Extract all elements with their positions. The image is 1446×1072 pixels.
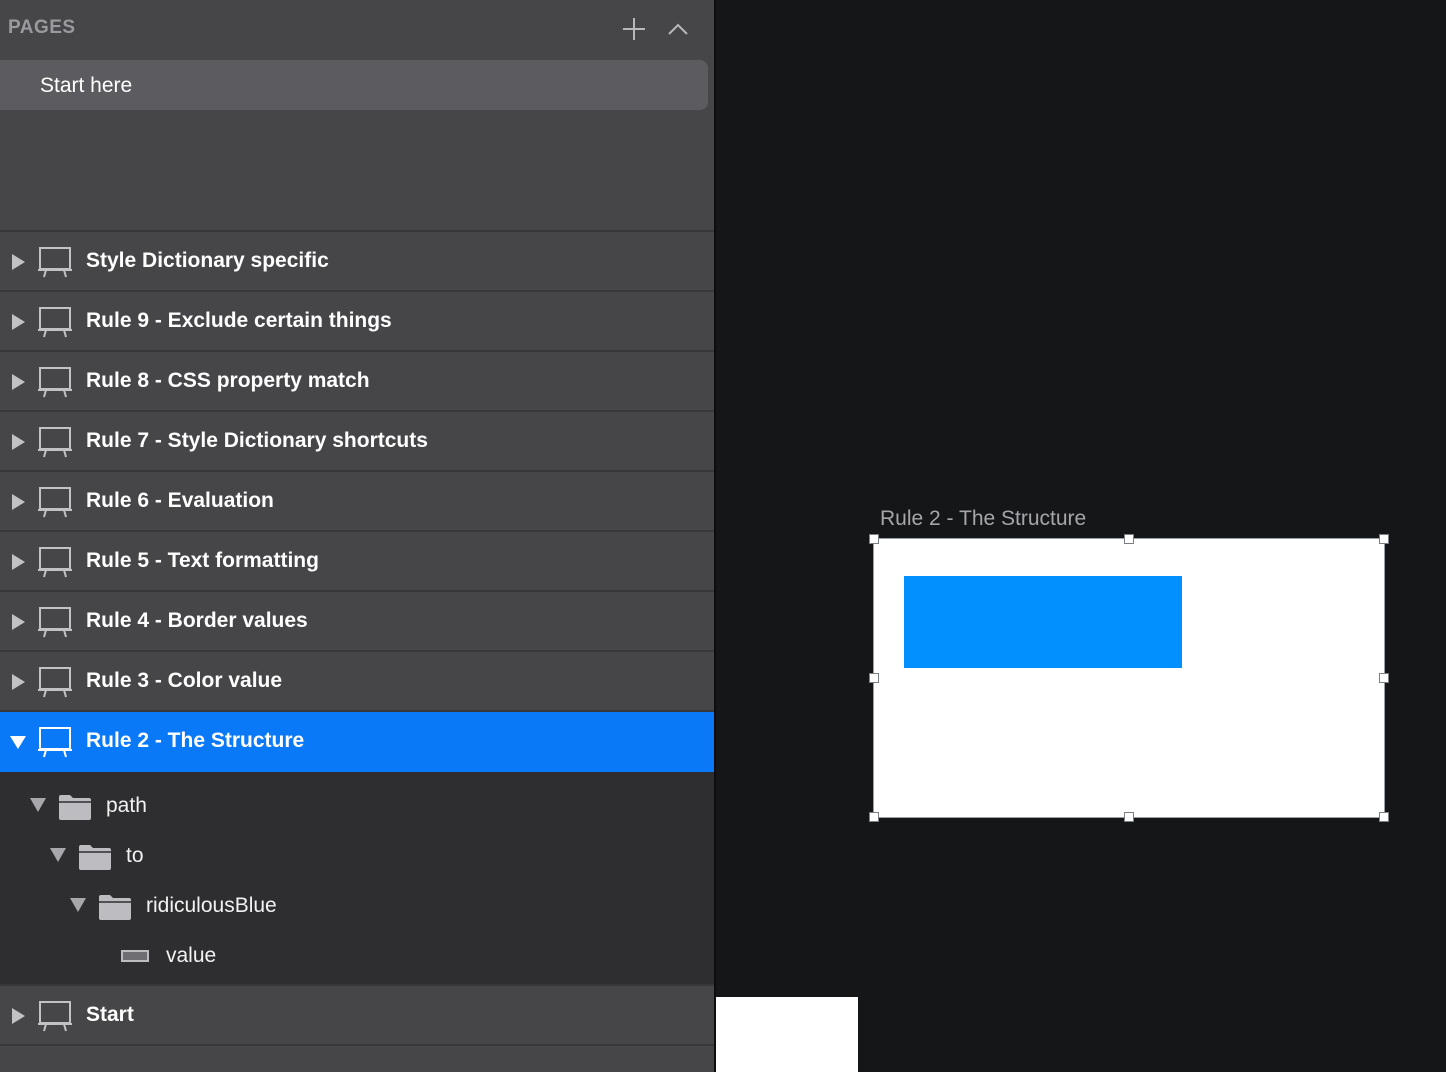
disclosure-down-icon[interactable] <box>9 733 27 751</box>
artboard-row-rule-6[interactable]: Rule 6 - Evaluation <box>0 472 714 532</box>
artboard-title[interactable]: Rule 2 - The Structure <box>880 507 1086 531</box>
artboard-icon <box>38 547 72 578</box>
artboard-label: Rule 4 - Border values <box>86 609 308 632</box>
disclosure-right-icon[interactable] <box>9 433 27 451</box>
layers-sidebar: PAGES Start here Style Dictionary specif… <box>0 0 714 1072</box>
artboard-icon <box>38 487 72 518</box>
page-item-start-here[interactable]: Start here <box>0 60 708 110</box>
value-rectangle[interactable] <box>904 576 1182 668</box>
layer-group-to[interactable]: to <box>0 829 714 879</box>
add-page-button[interactable] <box>619 14 649 44</box>
plus-icon <box>623 18 645 40</box>
artboard-row-rule-3[interactable]: Rule 3 - Color value <box>0 652 714 712</box>
artboard-row-rule-8[interactable]: Rule 8 - CSS property match <box>0 352 714 412</box>
disclosure-right-icon[interactable] <box>9 1007 27 1025</box>
artboard-row-rule-2[interactable]: Rule 2 - The Structure <box>0 712 714 772</box>
pages-header: PAGES <box>0 0 714 58</box>
disclosure-down-icon[interactable] <box>69 897 87 913</box>
disclosure-down-icon[interactable] <box>29 797 47 813</box>
artboard-icon <box>38 307 72 338</box>
resize-handle-bottom-left[interactable] <box>869 812 879 822</box>
artboard-label: Rule 9 - Exclude certain things <box>86 309 392 332</box>
layer-label: to <box>126 844 144 867</box>
design-canvas[interactable]: Rule 2 - The Structure <box>716 0 1446 1072</box>
disclosure-right-icon[interactable] <box>9 493 27 511</box>
resize-handle-bottom[interactable] <box>1124 812 1134 822</box>
artboard-row-start[interactable]: Start <box>0 986 714 1046</box>
resize-handle-right[interactable] <box>1379 673 1389 683</box>
sidebar-empty-area <box>0 1046 714 1072</box>
disclosure-right-icon[interactable] <box>9 313 27 331</box>
resize-handle-top-left[interactable] <box>869 534 879 544</box>
artboard-icon <box>38 427 72 458</box>
folder-icon <box>99 895 131 920</box>
artboard-label: Rule 3 - Color value <box>86 669 283 692</box>
artboard-label: Style Dictionary specific <box>86 249 329 272</box>
resize-handle-bottom-right[interactable] <box>1379 812 1389 822</box>
layer-group-ridiculousblue[interactable]: ridiculousBlue <box>0 879 714 929</box>
rectangle-icon <box>121 950 149 962</box>
artboard-rule-2[interactable] <box>873 538 1385 818</box>
pages-title: PAGES <box>8 17 76 38</box>
artboard-icon <box>38 607 72 638</box>
artboard-row-style-dictionary-specific[interactable]: Style Dictionary specific <box>0 232 714 292</box>
resize-handle-top-right[interactable] <box>1379 534 1389 544</box>
layer-group-path[interactable]: path <box>0 779 714 829</box>
artboard-icon <box>38 247 72 278</box>
chevron-up-icon <box>668 23 688 35</box>
collapse-pages-button[interactable] <box>663 14 693 44</box>
artboard-label: Rule 8 - CSS property match <box>86 369 370 392</box>
artboard-icon <box>38 367 72 398</box>
resize-handle-top[interactable] <box>1124 534 1134 544</box>
page-item-label: Start here <box>40 74 133 97</box>
folder-icon <box>59 795 91 820</box>
layer-label: value <box>166 944 217 967</box>
disclosure-right-icon[interactable] <box>9 373 27 391</box>
disclosure-right-icon[interactable] <box>9 553 27 571</box>
artboard-icon <box>38 727 72 758</box>
artboard-row-rule-4[interactable]: Rule 4 - Border values <box>0 592 714 652</box>
artboard-label: Rule 5 - Text formatting <box>86 549 319 572</box>
resize-handle-left[interactable] <box>869 673 879 683</box>
disclosure-down-icon[interactable] <box>49 847 67 863</box>
artboard-icon <box>38 1001 72 1032</box>
layer-label: path <box>106 794 147 817</box>
artboard-label: Rule 7 - Style Dictionary shortcuts <box>86 429 428 452</box>
artboard-row-rule-5[interactable]: Rule 5 - Text formatting <box>0 532 714 592</box>
layer-label: ridiculousBlue <box>146 894 277 917</box>
artboard-row-rule-7[interactable]: Rule 7 - Style Dictionary shortcuts <box>0 412 714 472</box>
artboard-partial[interactable] <box>716 997 858 1072</box>
artboard-children: path to ridiculousBlue value <box>0 772 714 984</box>
disclosure-right-icon[interactable] <box>9 253 27 271</box>
artboard-icon <box>38 667 72 698</box>
artboard-label: Rule 6 - Evaluation <box>86 489 274 512</box>
disclosure-right-icon[interactable] <box>9 673 27 691</box>
artboard-row-rule-9[interactable]: Rule 9 - Exclude certain things <box>0 292 714 352</box>
layer-rectangle-value[interactable]: value <box>0 929 714 979</box>
artboard-label: Rule 2 - The Structure <box>86 729 305 752</box>
folder-icon <box>79 845 111 870</box>
artboard-label: Start <box>86 1003 134 1026</box>
page-list: Start here <box>0 58 714 230</box>
disclosure-right-icon[interactable] <box>9 613 27 631</box>
